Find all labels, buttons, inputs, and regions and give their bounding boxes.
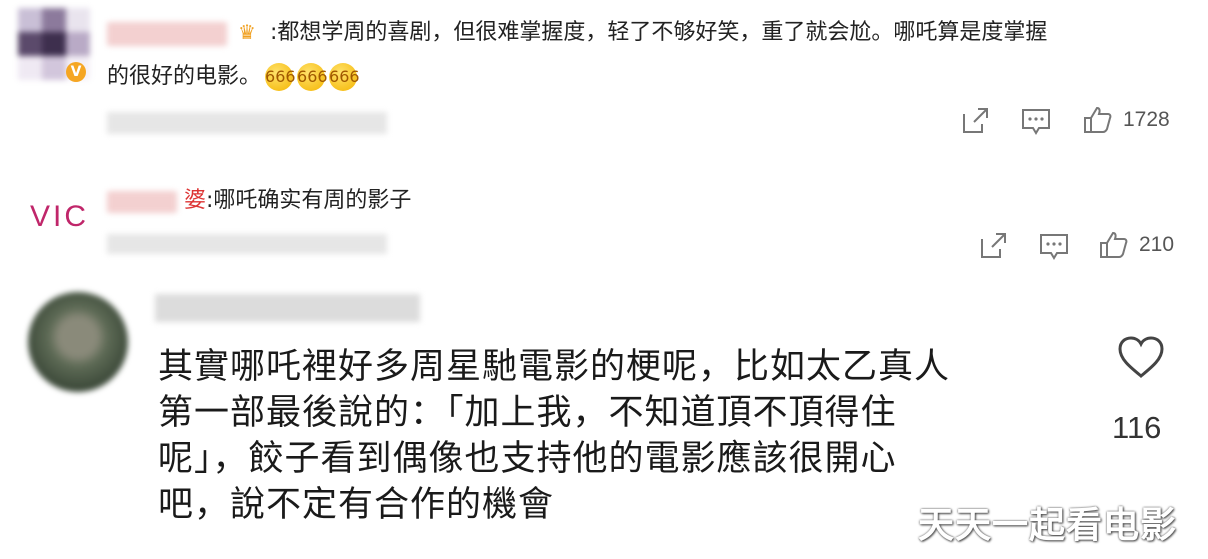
share-button[interactable]	[960, 106, 990, 140]
comment-meta	[107, 234, 387, 254]
share-button[interactable]	[978, 231, 1008, 265]
like-count: 116	[1112, 410, 1162, 445]
verified-badge-icon: V	[66, 62, 86, 82]
reply-button[interactable]	[1020, 106, 1052, 140]
emoji-666-icon: 666	[265, 63, 296, 91]
share-icon	[963, 108, 988, 133]
comment-text: :都想学周的喜剧，但很难掌握度，轻了不够好笑，重了就会尬。哪吒算是度掌握	[270, 20, 1048, 45]
heart-icon	[1118, 336, 1164, 378]
watermark: 天天一起看电影	[918, 505, 1178, 546]
comment-icon	[1022, 109, 1050, 135]
reply-button[interactable]	[1038, 231, 1070, 265]
like-button[interactable]	[1116, 334, 1166, 380]
crown-icon: ♛	[238, 20, 256, 44]
avatar[interactable]	[28, 292, 128, 392]
thumb-up-icon	[1084, 106, 1112, 133]
comment-text-cont: 的很好的电影。 666666666	[107, 63, 360, 91]
emoji-666-icon: 666	[297, 63, 328, 91]
avatar[interactable]: VIC	[30, 200, 90, 240]
comment-icon	[1040, 234, 1068, 260]
like-button[interactable]	[1082, 105, 1112, 139]
like-count: 210	[1139, 233, 1175, 256]
like-button[interactable]	[1098, 230, 1128, 264]
emoji-666-icon: 666	[329, 63, 360, 91]
comment-meta	[107, 112, 387, 134]
like-count: 1728	[1123, 108, 1170, 131]
share-icon	[981, 233, 1006, 258]
thumb-up-icon	[1100, 231, 1128, 258]
comment-text: 婆:哪吒确实有周的影子	[184, 188, 412, 213]
username[interactable]	[155, 294, 420, 322]
username[interactable]	[107, 22, 227, 46]
username[interactable]	[107, 191, 177, 213]
